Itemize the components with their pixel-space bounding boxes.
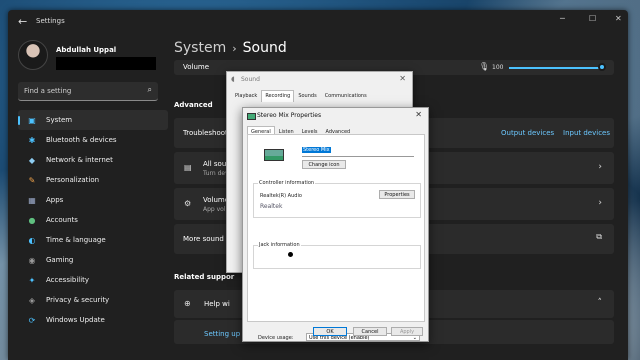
sound-tab-playback[interactable]: Playback [231, 90, 261, 102]
volume-slider-track[interactable] [509, 67, 605, 69]
sound-tab-recording[interactable]: Recording [261, 90, 295, 102]
arrow-left-icon[interactable]: ← [18, 15, 27, 28]
user-email-redacted [56, 57, 156, 70]
all-sound-devices-label: All sou [203, 160, 227, 168]
nav-icon: ⟳ [28, 315, 36, 325]
mixer-icon: ⚙ [184, 199, 192, 208]
nav-icon: ▦ [28, 195, 36, 205]
user-name: Abdullah Uppal [56, 46, 117, 54]
sidebar-item-accounts[interactable]: ● Accounts [18, 210, 168, 230]
nav-icon: ✦ [28, 275, 36, 285]
properties-dialog-title: Stereo Mix Properties [257, 112, 322, 119]
sidebar-item-personalization[interactable]: ✎ Personalization [18, 170, 168, 190]
close-icon[interactable]: ✕ [415, 110, 422, 119]
volume-value: 100 [492, 64, 504, 71]
controller-properties-button[interactable]: Properties [379, 190, 415, 199]
related-support-heading: Related suppor [174, 273, 235, 281]
advanced-heading: Advanced [174, 101, 213, 109]
nav-icon: ✱ [28, 135, 36, 145]
sidebar-nav: ▣ System ✱ Bluetooth & devices ◆ Network & in… [18, 110, 168, 330]
device-name-field[interactable]: Stereo Mix [302, 147, 414, 157]
close-icon[interactable]: ✕ [399, 74, 406, 83]
chevron-up-icon[interactable]: ˄ [598, 298, 603, 308]
sidebar-item-privacy-security[interactable]: ◈ Privacy & security [18, 290, 168, 310]
app-title: Settings [36, 17, 65, 25]
search-input[interactable]: Find a setting ⌕ [18, 82, 158, 101]
device-usage-label: Device usage: [258, 335, 294, 341]
controller-vendor: Realtek [260, 203, 283, 210]
stereo-mix-device-icon [264, 149, 284, 161]
chevron-right-icon: › [598, 162, 602, 172]
external-link-icon: ⧉ [596, 232, 602, 241]
change-icon-button[interactable]: Change icon [302, 160, 346, 169]
sidebar-item-label: Apps [46, 196, 64, 204]
controller-info-heading: Controller information [258, 180, 316, 186]
nav-icon: ▣ [28, 115, 36, 125]
sidebar-item-gaming[interactable]: ◉ Gaming [18, 250, 168, 270]
apply-button[interactable]: Apply [391, 327, 423, 336]
page-title: Sound [242, 40, 287, 56]
jack-info-group: Jack information [253, 242, 421, 269]
setting-up-link[interactable]: Setting up a [204, 330, 247, 338]
sidebar-item-accessibility[interactable]: ✦ Accessibility [18, 270, 168, 290]
nav-icon: ◐ [28, 235, 36, 245]
avatar [18, 40, 48, 70]
device-name-value: Stereo Mix [302, 147, 331, 153]
ok-button[interactable]: OK [313, 327, 347, 336]
sidebar-item-windows-update[interactable]: ⟳ Windows Update [18, 310, 168, 330]
sidebar-item-label: Accessibility [46, 276, 90, 284]
sidebar-item-label: Personalization [46, 176, 100, 184]
input-devices-link[interactable]: Input devices [563, 129, 610, 137]
output-devices-link[interactable]: Output devices [501, 129, 554, 137]
sidebar-item-label: System [46, 116, 73, 124]
search-placeholder: Find a setting [24, 87, 72, 95]
nav-icon: ◉ [28, 255, 36, 265]
sidebar-item-label: Accounts [46, 216, 78, 224]
sidebar-item-label: Bluetooth & devices [46, 136, 117, 144]
sidebar-item-apps[interactable]: ▦ Apps [18, 190, 168, 210]
breadcrumb: System › Sound [174, 40, 287, 56]
general-tab-panel: Stereo Mix Change icon Controller inform… [247, 134, 425, 341]
sidebar-item-time-language[interactable]: ◐ Time & language [18, 230, 168, 250]
volume-label: Volume [183, 63, 210, 71]
nav-icon: ● [28, 215, 36, 225]
sidebar-item-bluetooth-devices[interactable]: ✱ Bluetooth & devices [18, 130, 168, 150]
stereo-mix-properties-dialog: Stereo Mix Properties ✕ General Listen Lev… [242, 107, 429, 342]
chevron-right-icon: › [598, 198, 602, 208]
sidebar-item-label: Time & language [46, 236, 106, 244]
sound-dialog-title: Sound [241, 76, 260, 83]
device-icon [247, 113, 256, 120]
cancel-button[interactable]: Cancel [353, 327, 387, 336]
controller-info-group: Controller information Realtek(R) Audio … [253, 180, 421, 218]
nav-icon: ◆ [28, 155, 36, 165]
volume-slider-thumb[interactable] [598, 63, 606, 71]
sidebar-item-label: Windows Update [46, 316, 105, 324]
sound-tab-communications[interactable]: Communications [321, 90, 371, 102]
sound-tab-sounds[interactable]: Sounds [294, 90, 320, 102]
speaker-icon: ◖ [231, 75, 235, 83]
nav-icon: ✎ [28, 175, 36, 185]
sidebar-item-label: Network & internet [46, 156, 113, 164]
sidebar-item-label: Privacy & security [46, 296, 110, 304]
microphone-icon[interactable]: 🎙 [479, 62, 489, 71]
breadcrumb-parent[interactable]: System [174, 40, 226, 56]
help-label: Help wi [204, 300, 230, 308]
globe-icon: ⊕ [184, 299, 191, 308]
jack-info-heading: Jack information [258, 242, 301, 248]
all-sound-devices-sub: Turn dev [203, 170, 229, 177]
sidebar-item-system[interactable]: ▣ System [18, 110, 168, 130]
sound-tabs: Playback Recording Sounds Communications [231, 90, 371, 102]
mouse-cursor-dot [288, 252, 293, 257]
search-icon: ⌕ [147, 85, 152, 94]
speaker-devices-icon: ▤ [184, 163, 192, 172]
nav-icon: ◈ [28, 295, 36, 305]
breadcrumb-separator: › [232, 42, 237, 55]
sidebar-item-network-internet[interactable]: ◆ Network & internet [18, 150, 168, 170]
sidebar-item-label: Gaming [46, 256, 74, 264]
controller-name: Realtek(R) Audio [260, 193, 302, 199]
